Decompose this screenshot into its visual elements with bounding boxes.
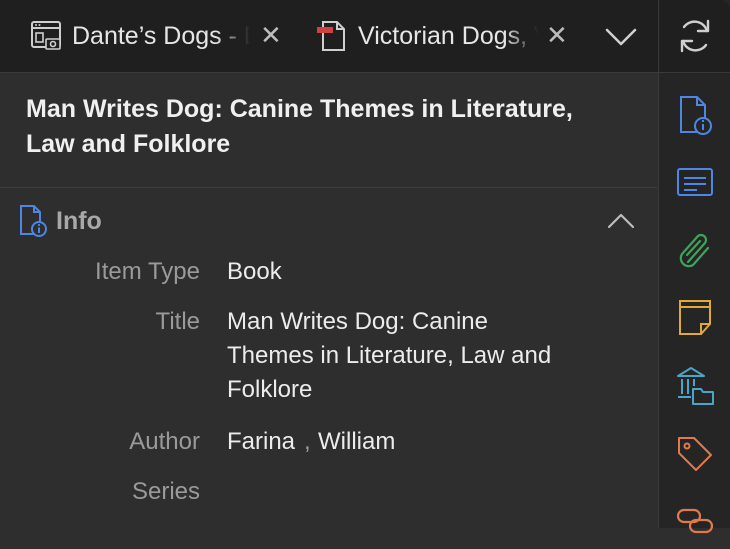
nav-info-button[interactable] bbox=[675, 94, 715, 138]
info-icon bbox=[680, 96, 712, 135]
author-last-name[interactable]: Farina bbox=[227, 425, 295, 459]
series-label: Series bbox=[131, 478, 200, 505]
nav-notes-button[interactable] bbox=[675, 296, 715, 340]
side-nav bbox=[658, 0, 730, 534]
attachments-icon bbox=[679, 233, 710, 268]
item-type-label: Item Type bbox=[95, 258, 200, 285]
close-icon[interactable]: ✕ bbox=[546, 20, 568, 51]
author-first-name[interactable]: William bbox=[318, 425, 395, 459]
close-icon[interactable]: ✕ bbox=[260, 20, 282, 51]
item-title-heading: Man Writes Dog: Canine Themes in Literat… bbox=[26, 95, 573, 158]
nav-abstract-button[interactable] bbox=[675, 160, 715, 204]
tab-victorian-dogs[interactable]: Victorian Dogs, Victorian Men ✕ bbox=[316, 0, 576, 72]
title-value[interactable]: Man Writes Dog: Canine Themes in Literat… bbox=[227, 305, 557, 407]
notes-icon bbox=[679, 300, 711, 335]
chevron-up-icon[interactable] bbox=[606, 208, 636, 234]
tab-label: Victorian Dogs, Victorian Men bbox=[358, 21, 538, 50]
tags-icon bbox=[678, 437, 712, 471]
libraries-collections-icon bbox=[677, 367, 714, 405]
nav-libraries-collections-button[interactable] bbox=[675, 364, 715, 408]
tab-dantes-dogs[interactable]: Dante’s Dogs - Dante Studies ✕ bbox=[30, 0, 290, 72]
nav-related-button[interactable] bbox=[675, 500, 715, 544]
web-snapshot-icon bbox=[31, 21, 61, 50]
abstract-icon bbox=[677, 168, 713, 196]
nav-tags-button[interactable] bbox=[675, 432, 715, 476]
tab-label-wrap: Dante’s Dogs - Dante Studies bbox=[72, 21, 250, 51]
chevron-down-icon[interactable] bbox=[604, 22, 638, 52]
info-icon bbox=[20, 205, 47, 237]
refresh-button[interactable] bbox=[659, 0, 730, 73]
item-header: Man Writes Dog: Canine Themes in Literat… bbox=[0, 73, 657, 188]
section-title: Info bbox=[56, 207, 102, 235]
author-separator: , bbox=[304, 428, 311, 455]
nav-attachments-button[interactable] bbox=[675, 228, 715, 272]
pdf-document-icon bbox=[317, 21, 345, 51]
related-icon bbox=[676, 508, 714, 534]
refresh-icon bbox=[680, 19, 710, 53]
tab-label-wrap: Victorian Dogs, Victorian Men bbox=[358, 21, 538, 51]
title-label: Title bbox=[155, 308, 200, 335]
info-section-header[interactable]: Info bbox=[0, 188, 657, 254]
tab-label: Dante’s Dogs - Dante Studies bbox=[72, 21, 250, 50]
author-label: Author bbox=[129, 428, 200, 455]
tab-bar: Dante’s Dogs - Dante Studies ✕ Victorian… bbox=[0, 0, 658, 73]
item-type-value[interactable]: Book bbox=[227, 255, 282, 289]
